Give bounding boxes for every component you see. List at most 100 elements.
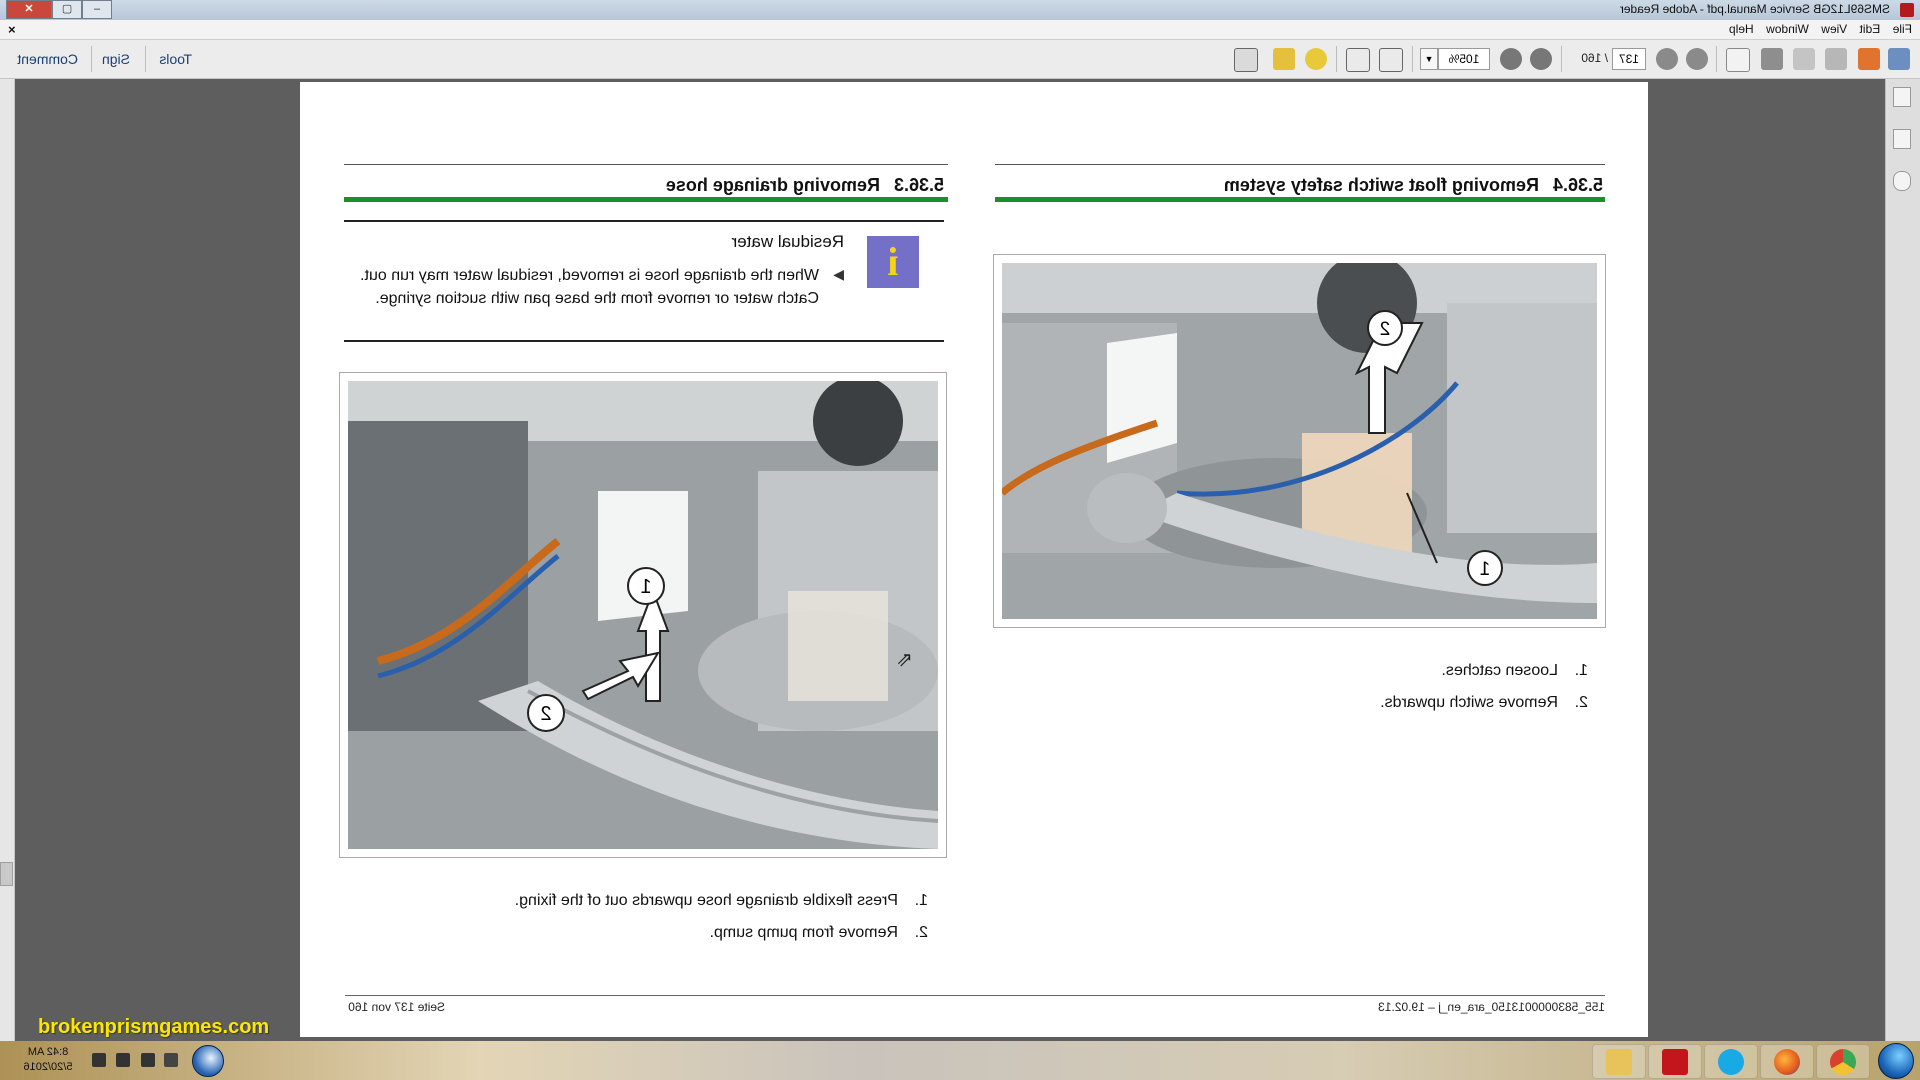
attachments-icon[interactable] <box>1893 171 1911 191</box>
callout-2: 2 <box>540 703 551 725</box>
fit-page-icon[interactable] <box>1346 48 1370 72</box>
zoom-out-icon[interactable] <box>1530 48 1552 70</box>
window-controls: – ▢ ✕ <box>6 0 112 19</box>
steps-drainage-hose: 1.Press flexible drainage hose upwards o… <box>515 885 928 949</box>
toolbar-separator <box>1336 46 1337 72</box>
export-icon[interactable] <box>1825 48 1847 70</box>
adobe-reader-app-icon <box>1900 3 1914 17</box>
toolbar-separator <box>1412 46 1413 72</box>
info-title: Residual water <box>731 232 844 251</box>
step-item: 1.Press flexible drainage hose upwards o… <box>514 892 928 909</box>
toolbar-separator <box>91 46 92 72</box>
watermark: brokenprismgames.com <box>38 1016 270 1038</box>
edit-pdf-icon[interactable] <box>1858 48 1880 70</box>
heading-bar <box>344 197 948 202</box>
toolbar: 137 / 160 105% ▼ Tools Sign Comment <box>0 40 1920 79</box>
tray-volume-icon[interactable] <box>92 1053 106 1067</box>
bookmarks-icon[interactable] <box>1893 129 1911 149</box>
callout-1: 1 <box>640 576 651 598</box>
section-heading-drainage-hose: 5.36.3 Removing drainage hose <box>666 175 944 196</box>
navigation-pane <box>1885 79 1920 1041</box>
bullet-triangle-icon: ▶ <box>833 266 844 282</box>
callout-1: 1 <box>1480 559 1491 580</box>
toolbar-separator <box>145 46 146 72</box>
section-heading-float-switch: 5.36.4 Removing float switch safety syste… <box>1224 175 1603 196</box>
pdf-page: 5.36.3 Removing drainage hose i Residual … <box>300 82 1648 1037</box>
section-number: 5.36.3 <box>893 175 944 195</box>
section-number: 5.36.4 <box>1552 175 1603 195</box>
info-box-residual-water: i Residual water ▶ When the drainage hos… <box>344 220 944 342</box>
photo-float-switch: 1 2 <box>993 254 1606 628</box>
step-item: 2.Remove from pump sump. <box>709 924 928 941</box>
tray-arrow-icon[interactable] <box>164 1053 178 1067</box>
photo-drainage-hose: 1 2 <box>339 372 947 858</box>
toolbar-separator <box>1716 46 1717 72</box>
info-text: When the drainage hose is removed, resid… <box>360 267 819 307</box>
comment-link[interactable]: Comment <box>17 51 78 67</box>
skype-icon[interactable] <box>1704 1044 1758 1079</box>
firefox-icon[interactable] <box>1760 1044 1814 1079</box>
close-button[interactable]: ✕ <box>6 0 52 19</box>
zoom-level-input[interactable]: 105% <box>1438 48 1490 70</box>
dishwasher-sump-photo: 1 2 <box>348 381 938 849</box>
current-page-input[interactable]: 137 <box>1612 48 1646 70</box>
footer-rule <box>345 995 1605 996</box>
tools-link[interactable]: Tools <box>159 51 192 67</box>
menu-bar: File Edit View Window Help × <box>0 20 1920 40</box>
window-title: SMS69L12GB Service Manual.pdf - Adobe Re… <box>1619 2 1890 16</box>
section-rule <box>344 164 948 165</box>
menu-view[interactable]: View <box>1821 20 1847 39</box>
callout-2: 2 <box>1380 319 1391 340</box>
chrome-icon[interactable] <box>1816 1044 1870 1079</box>
menu-file[interactable]: File <box>1893 20 1912 39</box>
section-rule <box>995 164 1605 165</box>
minimize-button[interactable]: – <box>82 0 112 19</box>
scrollbar-thumb[interactable] <box>0 862 13 886</box>
sign-link[interactable]: Sign <box>102 51 130 67</box>
save-icon[interactable] <box>1793 48 1815 70</box>
acrobat-icon[interactable] <box>1648 1044 1702 1079</box>
start-button-icon[interactable] <box>1878 1043 1914 1079</box>
clock-date: 5/20/2016 <box>23 1061 73 1073</box>
zoom-in-icon[interactable] <box>1500 48 1522 70</box>
close-document-button[interactable]: × <box>8 20 16 39</box>
footer-doc-id: 155_5830000013150_ara_en_j – 19.02.13 <box>1378 1000 1605 1014</box>
steps-float-switch: 1.Loosen catches. 2.Remove switch upward… <box>1380 655 1588 719</box>
explorer-icon[interactable] <box>1592 1044 1646 1079</box>
menu-window[interactable]: Window <box>1766 20 1809 39</box>
float-switch-photo: 1 2 <box>1002 263 1597 619</box>
comment-bubble-icon[interactable] <box>1305 48 1327 70</box>
section-title: Removing drainage hose <box>665 175 880 195</box>
page-total: / 160 <box>1581 51 1608 65</box>
mirrored-screen: SMS69L12GB Service Manual.pdf - Adobe Re… <box>0 0 1920 1080</box>
create-pdf-icon[interactable] <box>1888 48 1910 70</box>
maximize-button[interactable]: ▢ <box>52 0 82 19</box>
clock-time: 8:42 AM <box>27 1046 69 1058</box>
menu-edit[interactable]: Edit <box>1860 20 1881 39</box>
taskbar: 8:42 AM 5/20/2016 <box>0 1041 1920 1080</box>
help-orb-icon[interactable] <box>192 1045 224 1077</box>
system-clock[interactable]: 8:42 AM 5/20/2016 <box>16 1045 80 1075</box>
page-thumbnails-icon[interactable] <box>1893 87 1911 107</box>
next-page-icon[interactable] <box>1656 48 1678 70</box>
email-icon[interactable] <box>1726 48 1750 72</box>
step-item: 1.Loosen catches. <box>1441 662 1588 679</box>
section-title: Removing float switch safety system <box>1223 175 1539 195</box>
fit-width-icon[interactable] <box>1379 48 1403 72</box>
prev-page-icon[interactable] <box>1686 48 1708 70</box>
highlight-icon[interactable] <box>1273 48 1295 70</box>
toolbar-separator <box>1561 46 1562 72</box>
info-icon: i <box>867 236 919 288</box>
zoom-dropdown-button[interactable]: ▼ <box>1420 48 1438 70</box>
title-bar: SMS69L12GB Service Manual.pdf - Adobe Re… <box>0 0 1920 20</box>
menu-help[interactable]: Help <box>1729 20 1754 39</box>
tray-flag-icon[interactable] <box>141 1053 155 1067</box>
fullscreen-icon[interactable] <box>1234 48 1258 72</box>
vertical-scrollbar[interactable] <box>0 79 15 1041</box>
mouse-cursor-icon: ⇖ <box>896 649 913 671</box>
print-icon[interactable] <box>1761 48 1783 70</box>
heading-bar <box>995 197 1605 202</box>
footer-page-number: Seite 137 von 160 <box>348 1000 445 1014</box>
tray-network-icon[interactable] <box>116 1053 130 1067</box>
step-item: 2.Remove switch upwards. <box>1380 694 1588 711</box>
